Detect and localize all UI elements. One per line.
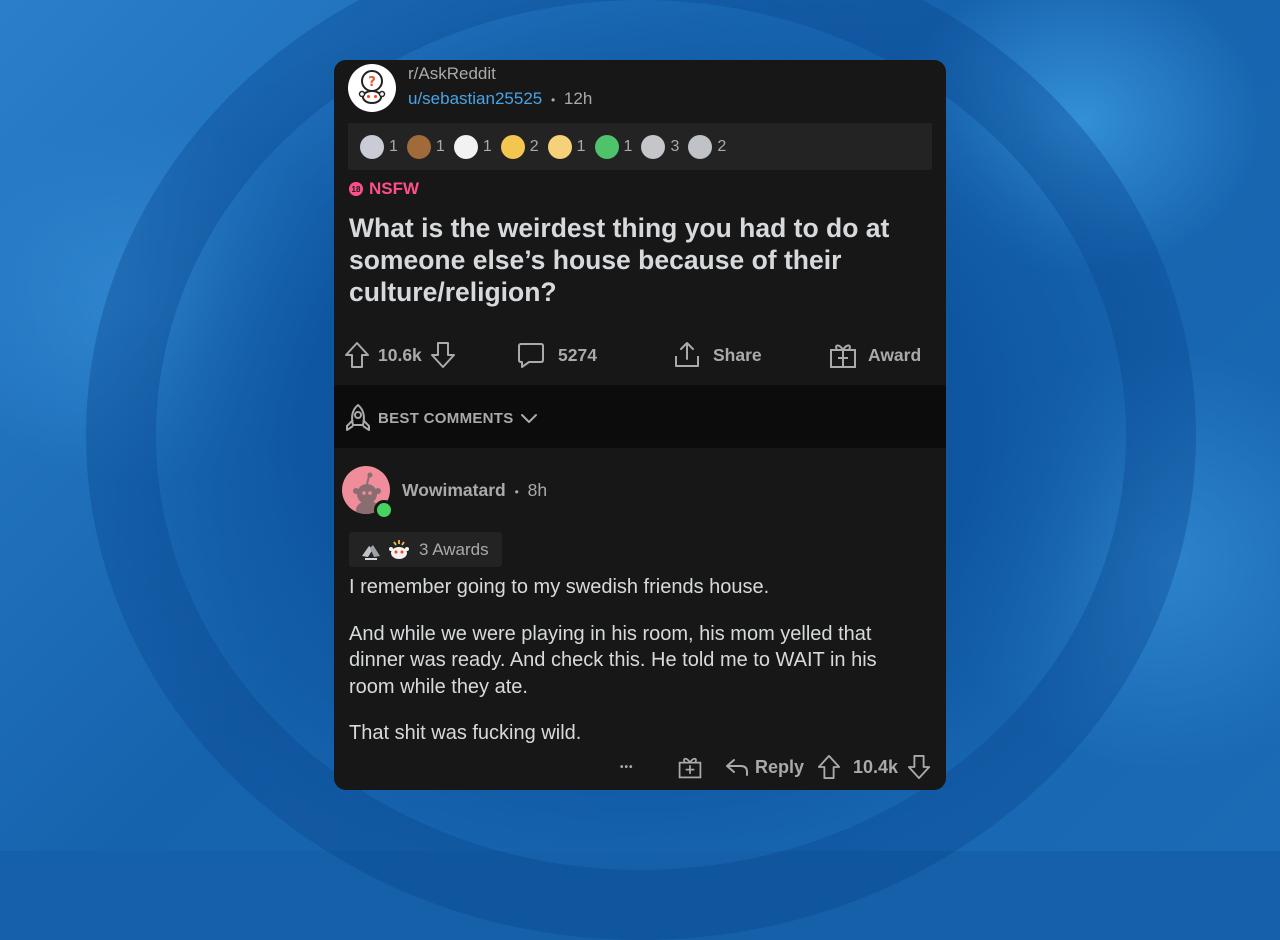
reply-icon: [726, 759, 748, 776]
downvote-icon[interactable]: [430, 341, 456, 369]
comment-meta-separator: •: [514, 485, 519, 499]
more-options-button[interactable]: •••: [620, 752, 634, 782]
award-label: Award: [868, 344, 922, 365]
post-award-count: 1: [389, 137, 398, 155]
post-actions-bar: 10.6k 5274 Share Award: [334, 330, 946, 380]
share-label: Share: [713, 344, 762, 365]
post-award-count: 2: [717, 137, 727, 155]
comments-button[interactable]: 5274: [516, 330, 597, 380]
comment-vote-count: 10.4k: [853, 756, 899, 777]
post-award-count: 1: [482, 137, 492, 155]
rocket-like-award-icon: [594, 134, 619, 159]
comment-body: I remember going to my swedish friends h…: [349, 574, 919, 767]
meta-separator: •: [550, 93, 556, 107]
award-button[interactable]: Award: [828, 330, 921, 380]
post-award-item[interactable]: 1: [453, 134, 492, 159]
nsfw-badge-icon: 18: [349, 182, 363, 196]
svg-text:?: ?: [368, 75, 376, 90]
silver-coin-award-icon: [641, 134, 666, 159]
comment-age: 8h: [527, 480, 548, 500]
post-award-item[interactable]: 1: [360, 134, 398, 159]
online-status-icon: [374, 500, 394, 520]
gift-icon: [678, 757, 702, 779]
subreddit-name[interactable]: r/AskReddit: [408, 64, 496, 84]
nsfw-label: NSFW: [369, 179, 420, 198]
hands-award-icon: [362, 544, 380, 560]
comment-meta: Wowimatard • 8h: [402, 480, 547, 501]
sort-label: BEST COMMENTS: [378, 409, 514, 427]
post-vote-count: 10.6k: [378, 344, 422, 365]
post-award-item[interactable]: 2: [688, 134, 727, 159]
sort-dropdown[interactable]: BEST COMMENTS: [344, 403, 538, 433]
share-button[interactable]: Share: [672, 330, 762, 380]
post-award-count: 3: [670, 137, 680, 155]
post-award-item[interactable]: 1: [594, 134, 633, 159]
nsfw-tag: 18 NSFW: [349, 179, 419, 199]
comment-count: 5274: [558, 344, 597, 365]
vote-group: 10.6k: [344, 330, 456, 380]
share-icon: [675, 342, 699, 367]
post-award-count: 1: [623, 137, 633, 155]
reply-button[interactable]: Reply: [724, 752, 804, 782]
downvote-icon[interactable]: [907, 754, 931, 780]
wholesome-award-icon: [500, 134, 525, 159]
reply-label: Reply: [755, 756, 805, 777]
askreddit-icon: ?: [358, 70, 386, 104]
post-award-item[interactable]: 1: [406, 134, 445, 159]
post-award-item[interactable]: 1: [547, 134, 586, 159]
upvote-icon[interactable]: [817, 754, 841, 780]
comment-awards-label: 3 Awards: [419, 539, 489, 559]
post-award-count: 1: [576, 137, 586, 155]
comment-paragraph: That shit was fucking wild.: [349, 722, 582, 744]
confetti-award-icon: [547, 134, 572, 159]
comment-paragraph: And while we were playing in his room, h…: [349, 622, 877, 698]
more-icon: •••: [620, 761, 634, 773]
upvote-icon[interactable]: [344, 341, 370, 369]
hands-award-icon: [688, 134, 713, 159]
post-award-count: 1: [435, 137, 445, 155]
comment-vote-group: 10.4k: [817, 752, 931, 782]
snoo-award-icon: [389, 539, 409, 559]
chevron-down-icon: [520, 414, 537, 423]
post-title[interactable]: What is the weirdest thing you had to do…: [349, 212, 929, 308]
bear-award-icon: [406, 134, 431, 159]
post-awards-bar[interactable]: 1 1 1 2 1 1 3 2: [348, 123, 932, 170]
subreddit-avatar[interactable]: ?: [348, 64, 396, 112]
comment-award-button[interactable]: [677, 752, 703, 782]
post-award-item[interactable]: 3: [641, 134, 680, 159]
post-award-item[interactable]: 2: [500, 134, 539, 159]
post-age: 12h: [563, 89, 593, 108]
post-meta: u/sebastian25525 • 12h: [408, 89, 592, 109]
comment-paragraph: I remember going to my swedish friends h…: [349, 576, 770, 598]
snoo-award-icon: [453, 134, 478, 159]
helpful-award-icon: [360, 134, 384, 159]
rocket-icon: [346, 404, 370, 431]
comment-author[interactable]: Wowimatard: [402, 480, 506, 500]
comment-awards[interactable]: 3 Awards: [349, 532, 502, 567]
post-award-count: 2: [529, 137, 539, 155]
gift-icon: [830, 344, 856, 368]
comment-icon: [518, 343, 544, 368]
post-author[interactable]: u/sebastian25525: [408, 89, 542, 108]
